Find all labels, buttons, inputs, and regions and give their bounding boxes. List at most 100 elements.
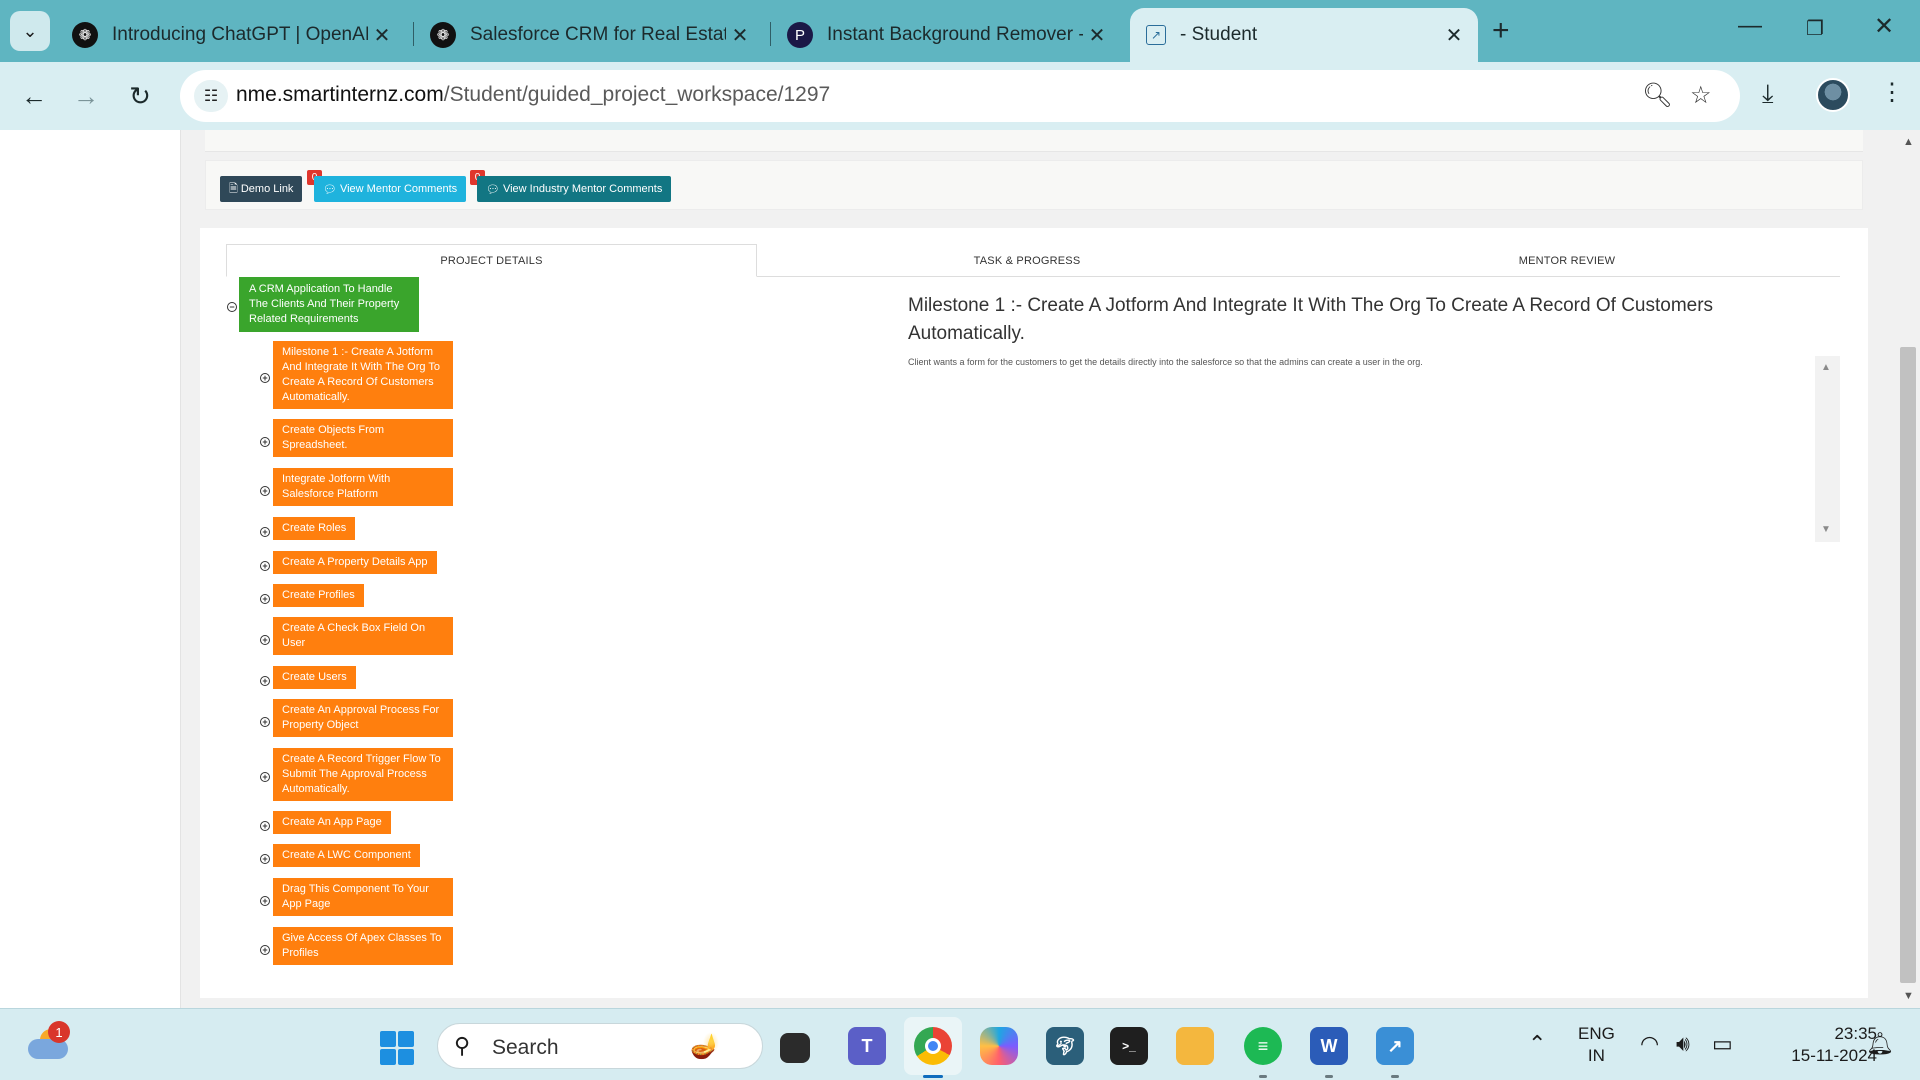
scroll-down-arrow-icon[interactable]: ▼ [1821, 524, 1831, 535]
language-code: ENG [1578, 1024, 1615, 1043]
demo-link-button[interactable]: 🗎︎ Demo Link [220, 176, 303, 202]
windows-start-icon[interactable] [380, 1031, 414, 1065]
expand-icon[interactable]: + [260, 945, 270, 955]
chrome-icon[interactable] [914, 1027, 952, 1065]
tab-title: Introducing ChatGPT | OpenAI [112, 24, 368, 45]
page-scrollbar[interactable]: ▲ ▼ [1896, 130, 1920, 1008]
close-icon[interactable]: ✕ [726, 23, 754, 48]
task-node[interactable]: Drag This Component To Your App Page [273, 878, 453, 916]
collapse-icon[interactable]: − [227, 302, 237, 312]
reload-icon[interactable]: ↻ [120, 76, 160, 116]
browser-tab-bar: ⌄ ❁ Introducing ChatGPT | OpenAI ✕ ❁ Sal… [0, 0, 1920, 62]
show-hidden-icons-chevron-up-icon[interactable]: ⌃ [1528, 1031, 1546, 1057]
tab-project-details[interactable]: PROJECT DETAILS [226, 244, 757, 277]
expand-icon[interactable]: + [260, 373, 270, 383]
copilot-icon[interactable] [980, 1027, 1018, 1065]
wifi-icon[interactable]: ◠ [1640, 1031, 1659, 1057]
language-indicator[interactable]: ENG IN [1578, 1023, 1615, 1067]
address-bar[interactable]: ☷ nme.smartinternz.com/Student/guided_pr… [180, 70, 1740, 122]
teams-icon[interactable]: T [848, 1027, 886, 1065]
task-node[interactable]: Create Objects From Spreadsheet. [273, 419, 453, 457]
view-industry-mentor-comments-button[interactable]: 💬︎ View Industry Mentor Comments [477, 176, 672, 202]
task-node[interactable]: Create A LWC Component [273, 844, 420, 867]
bookmark-star-icon[interactable]: ☆ [1690, 81, 1712, 110]
demo-link-label: Demo Link [240, 183, 294, 195]
scroll-up-arrow-icon[interactable]: ▲ [1821, 362, 1831, 373]
tab-label: MENTOR REVIEW [1518, 254, 1616, 267]
url-text[interactable]: nme.smartinternz.com/Student/guided_proj… [236, 83, 830, 107]
close-icon[interactable]: ✕ [368, 23, 396, 48]
expand-icon[interactable]: + [260, 635, 270, 645]
browser-tab-salesforce-crm[interactable]: ❁ Salesforce CRM for Real Estate ✕ [414, 8, 764, 62]
view-mentor-comments-button[interactable]: 💬︎ View Mentor Comments [314, 176, 467, 202]
clock-time: 23:35 [1834, 1024, 1877, 1043]
file-explorer-icon[interactable] [1176, 1027, 1214, 1065]
task-node[interactable]: Milestone 1 :- Create A Jotform And Inte… [273, 341, 453, 409]
project-root-node[interactable]: A CRM Application To Handle The Clients … [239, 277, 419, 332]
scroll-up-arrow-icon[interactable]: ▲ [1903, 136, 1914, 148]
new-tab-plus-icon[interactable]: + [1492, 14, 1510, 48]
scrollbar-thumb[interactable] [1900, 347, 1916, 983]
expand-icon[interactable]: + [260, 594, 270, 604]
expand-icon[interactable]: + [260, 896, 270, 906]
tab-search-button[interactable]: ⌄ [10, 11, 50, 51]
forward-arrow-icon[interactable]: → [66, 76, 106, 116]
tab-title: Instant Background Remover - f [827, 24, 1083, 45]
photos-app-icon[interactable]: ↗ [1376, 1027, 1414, 1065]
zoom-icon[interactable]: 🔍︎ [1642, 81, 1672, 110]
download-icon[interactable]: ⤓ [1762, 78, 1774, 110]
close-icon[interactable]: ✕ [1083, 23, 1111, 48]
task-node[interactable]: Create An Approval Process For Property … [273, 699, 453, 737]
restore-icon[interactable]: ❐ [1806, 16, 1824, 41]
task-node[interactable]: Integrate Jotform With Salesforce Platfo… [273, 468, 453, 506]
scroll-down-arrow-icon[interactable]: ▼ [1903, 990, 1914, 1002]
task-node[interactable]: Create Roles [273, 517, 356, 540]
task-node[interactable]: Give Access Of Apex Classes To Profiles [273, 927, 453, 965]
expand-icon[interactable]: + [260, 437, 270, 447]
tab-task-progress[interactable]: TASK & PROGRESS [757, 244, 1297, 277]
expand-icon[interactable]: + [260, 717, 270, 727]
comment-icon: 💬︎ [486, 183, 500, 196]
tab-title: - Student [1180, 24, 1258, 45]
task-node[interactable]: Create Users [273, 666, 356, 689]
task-node[interactable]: Create An App Page [273, 811, 391, 834]
file-manager-app-icon[interactable] [780, 1033, 810, 1063]
expand-icon[interactable]: + [260, 561, 270, 571]
browser-tab-student[interactable]: ↗ - Student ✕ [1130, 8, 1478, 62]
task-node[interactable]: Create A Check Box Field On User [273, 617, 453, 655]
back-arrow-icon[interactable]: ← [14, 76, 54, 116]
profile-avatar[interactable] [1816, 78, 1850, 112]
word-icon[interactable]: W [1310, 1027, 1348, 1065]
taskbar-search[interactable]: ⚲ Search 🪔 [437, 1023, 763, 1069]
system-clock[interactable]: 23:35 15-11-2024 [1762, 1023, 1877, 1067]
task-node[interactable]: Create Profiles [273, 584, 364, 607]
more-menu-icon[interactable]: ⋮ [1880, 78, 1904, 107]
expand-icon[interactable]: + [260, 676, 270, 686]
tab-mentor-review[interactable]: MENTOR REVIEW [1297, 244, 1837, 277]
running-indicator [1325, 1075, 1333, 1078]
minimize-icon[interactable]: — [1738, 12, 1762, 40]
mysql-workbench-icon[interactable]: 🐬︎ [1046, 1027, 1084, 1065]
expand-icon[interactable]: + [260, 854, 270, 864]
terminal-icon[interactable]: >_ [1110, 1027, 1148, 1065]
expand-icon[interactable]: + [260, 527, 270, 537]
expand-icon[interactable]: + [260, 821, 270, 831]
site-settings-icon[interactable]: ☷ [194, 80, 228, 112]
expand-icon[interactable]: + [260, 772, 270, 782]
image-icon: ↗ [1146, 25, 1166, 45]
search-placeholder: Search [492, 1036, 559, 1059]
milestone-description: Client wants a form for the customers to… [908, 357, 1423, 367]
browser-tab-chatgpt[interactable]: ❁ Introducing ChatGPT | OpenAI ✕ [56, 8, 406, 62]
expand-icon[interactable]: + [260, 486, 270, 496]
browser-tab-background-remover[interactable]: P Instant Background Remover - f ✕ [771, 8, 1121, 62]
task-node[interactable]: Create A Property Details App [273, 551, 437, 574]
spotify-icon[interactable]: ≡ [1244, 1027, 1282, 1065]
battery-icon[interactable]: ▭ [1712, 1031, 1733, 1057]
notification-bell-icon[interactable]: 🔔︎ [1866, 1031, 1894, 1057]
task-node[interactable]: Create A Record Trigger Flow To Submit T… [273, 748, 453, 801]
volume-icon[interactable]: 🔊︎ [1676, 1031, 1690, 1057]
diya-lamp-icon: 🪔 [690, 1033, 720, 1060]
description-scrollbar[interactable]: ▲ ▼ [1815, 356, 1840, 542]
close-icon[interactable]: ✕ [1440, 23, 1468, 48]
window-close-icon[interactable]: ✕ [1874, 12, 1894, 41]
